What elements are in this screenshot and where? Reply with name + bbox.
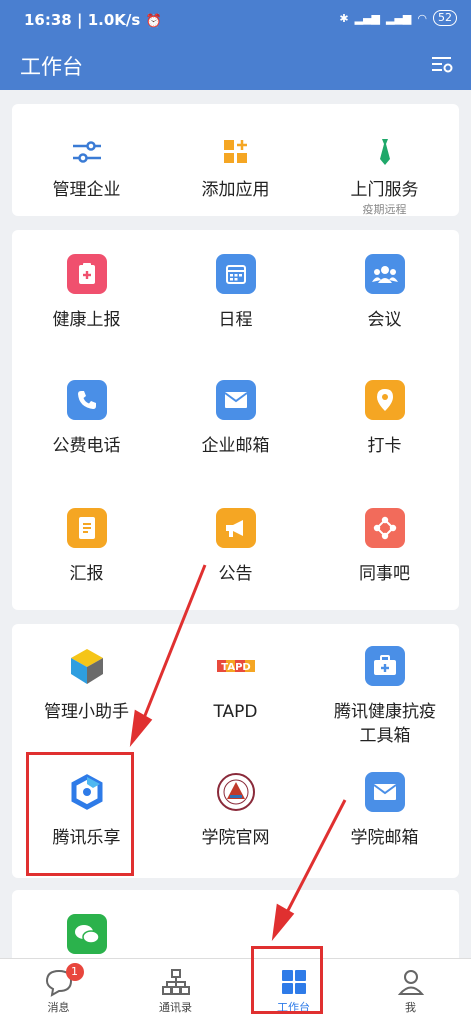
status-speed: 1.0K/s [87,11,141,29]
wechat-icon [66,914,107,954]
header: 工作台 [0,40,471,90]
alarm-icon: ⏰ [145,14,162,29]
college-mail-tile[interactable]: 学院邮箱 [310,772,459,850]
tab-label: 消息 [47,1001,70,1014]
tile-label: 管理小助手 [44,702,129,722]
tab-label: 通讯录 [159,1001,192,1014]
tab-contacts[interactable]: 通讯录 [117,959,234,1019]
tile-label: 日程 [218,310,253,330]
tab-me[interactable]: 我 [352,959,469,1019]
meeting-tile[interactable]: 会议 [310,254,459,332]
add-app-tile[interactable]: 添加应用 [161,132,310,202]
college-website-tile[interactable]: 学院官网 [161,772,310,850]
onsite-service-tile[interactable]: 上门服务 疫期远程 [310,132,459,217]
tile-sublabel: 疫期远程 [362,203,407,216]
apps-card: 健康上报 日程 会议 公费电话 企业邮箱 打卡 汇报 公告 同事吧 [12,230,459,610]
phone-icon [66,380,107,420]
status-time: 16:38 [24,11,72,29]
manage-company-tile[interactable]: 管理企业 [12,132,161,202]
tile-label: 公费电话 [52,436,121,456]
svg-text:TAPD: TAPD [221,662,250,673]
health-report-icon [66,254,107,294]
check-in-tile[interactable]: 打卡 [310,380,459,458]
signal-icon-2: ▂▄▆ [386,11,412,25]
tile-label: 打卡 [367,436,402,456]
colleague-forum-tile[interactable]: 同事吧 [310,508,459,586]
chat-icon: 1 [44,963,84,997]
tile-label: 健康上报 [52,310,121,330]
location-pin-icon [364,380,405,420]
highlight-box-lexiang [26,752,134,876]
announcement-tile[interactable]: 公告 [161,508,310,586]
add-app-icon [216,132,256,172]
health-toolkit-tile[interactable]: 腾讯健康抗疫工具箱 [310,646,459,748]
settings-icon[interactable] [429,52,455,78]
mail-icon [364,772,405,812]
tile-label: 学院邮箱 [350,828,419,848]
assistant-icon [67,646,107,686]
meeting-icon [364,254,405,294]
wifi-icon: ◠ [417,11,427,25]
health-report-tile[interactable]: 健康上报 [12,254,161,332]
sliders-icon [67,132,107,172]
person-icon [396,967,426,997]
tie-icon [365,132,405,172]
tile-label: 腾讯健康抗疫工具箱 [334,702,436,746]
org-chart-icon [161,967,191,997]
bottom-tab-bar: 1 消息 通讯录 工作台 我 [0,958,471,1019]
tapd-tile[interactable]: TAPD TAPD [161,646,310,724]
highlight-box-workbench [251,946,323,1014]
signal-icon: ▂▄▆ [354,11,380,25]
tile-label: 公告 [218,564,253,584]
tile-label: 企业邮箱 [201,436,270,456]
page-title: 工作台 [20,55,83,79]
unread-badge: 1 [65,963,84,981]
calendar-icon [215,254,256,294]
tile-label: 会议 [367,310,402,330]
tile-label: 添加应用 [201,180,270,200]
tile-label: TAPD [213,702,258,722]
company-mail-tile[interactable]: 企业邮箱 [161,380,310,458]
admin-assistant-tile[interactable]: 管理小助手 [12,646,161,724]
medkit-icon [364,646,405,686]
tile-label: 管理企业 [52,180,121,200]
phone-tile[interactable]: 公费电话 [12,380,161,458]
calendar-tile[interactable]: 日程 [161,254,310,332]
tab-messages[interactable]: 1 消息 [0,959,117,1019]
tile-label: 上门服务 [350,180,419,200]
tile-label: 学院官网 [201,828,270,848]
report-tile[interactable]: 汇报 [12,508,161,586]
tab-label: 我 [405,1001,416,1014]
mail-icon [215,380,256,420]
battery-indicator: 52 [433,10,457,26]
report-icon [66,508,107,548]
status-bar: 16:38 | 1.0K/s ⏰ ✱ ▂▄▆ ▂▄▆ ◠ 52 [0,0,471,40]
megaphone-icon [215,508,256,548]
college-emblem-icon [216,772,256,812]
wechat-tile[interactable] [12,914,161,954]
tile-label: 同事吧 [359,564,410,584]
tile-label: 汇报 [69,564,104,584]
tapd-logo-icon: TAPD [216,646,256,686]
quick-actions-card: 管理企业 添加应用 上门服务 疫期远程 [12,104,459,216]
share-icon [364,508,405,548]
bluetooth-icon: ✱ [339,11,349,25]
